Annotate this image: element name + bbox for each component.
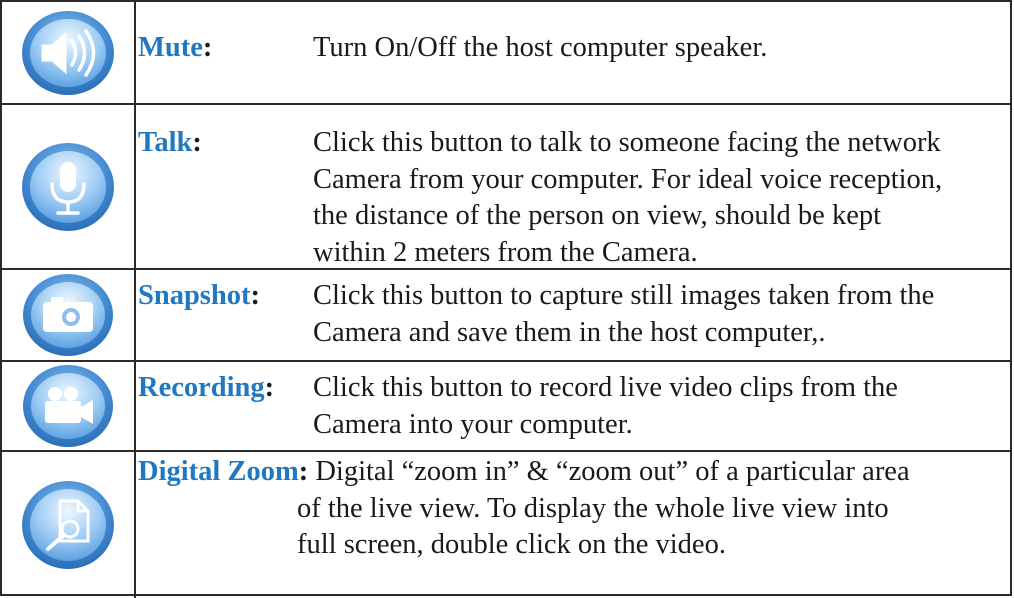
- text-cell: Talk: Click this button to talk to someo…: [138, 105, 1012, 268]
- digital-zoom-icon[interactable]: [20, 477, 116, 573]
- features-table: Mute: Turn On/Off the host computer spea…: [0, 0, 1012, 598]
- feature-label: Talk:: [138, 127, 202, 158]
- table-row-snapshot: Snapshot: Click this button to capture s…: [2, 268, 1012, 360]
- icon-cell: [2, 270, 136, 360]
- speaker-icon[interactable]: [20, 8, 116, 98]
- feature-label: Digital Zoom: Digital “zoom in” & “zoom …: [138, 456, 910, 487]
- icon-cell: [2, 452, 136, 598]
- icon-cell: [2, 105, 136, 268]
- feature-description: Click this button to talk to someone fac…: [313, 127, 943, 268]
- camera-icon[interactable]: [21, 272, 115, 358]
- feature-label: Recording:: [138, 372, 275, 403]
- microphone-icon[interactable]: [20, 140, 116, 234]
- table-row-digital-zoom: Digital Zoom: Digital “zoom in” & “zoom …: [2, 450, 1012, 598]
- text-cell: Mute: Turn On/Off the host computer spea…: [138, 2, 1012, 103]
- table-row-talk: Talk: Click this button to talk to someo…: [2, 103, 1012, 268]
- icon-cell: [2, 2, 136, 103]
- text-cell: Recording: Click this button to record l…: [138, 362, 1012, 450]
- feature-description: of the live view. To display the whole l…: [297, 492, 889, 561]
- text-cell: Snapshot: Click this button to capture s…: [138, 270, 1012, 360]
- feature-description-first-line: Digital “zoom in” & “zoom out” of a part…: [315, 456, 910, 487]
- feature-description: Click this button to record live video c…: [313, 372, 898, 440]
- table-row-mute: Mute: Turn On/Off the host computer spea…: [2, 2, 1012, 103]
- feature-label: Mute:: [138, 32, 213, 63]
- feature-label: Snapshot:: [138, 280, 260, 311]
- feature-description: Click this button to capture still image…: [313, 280, 935, 348]
- video-camera-icon[interactable]: [21, 363, 115, 449]
- icon-cell: [2, 362, 136, 450]
- feature-description: Turn On/Off the host computer speaker.: [313, 32, 768, 63]
- table-row-recording: Recording: Click this button to record l…: [2, 360, 1012, 450]
- text-cell: Digital Zoom: Digital “zoom in” & “zoom …: [138, 452, 1012, 598]
